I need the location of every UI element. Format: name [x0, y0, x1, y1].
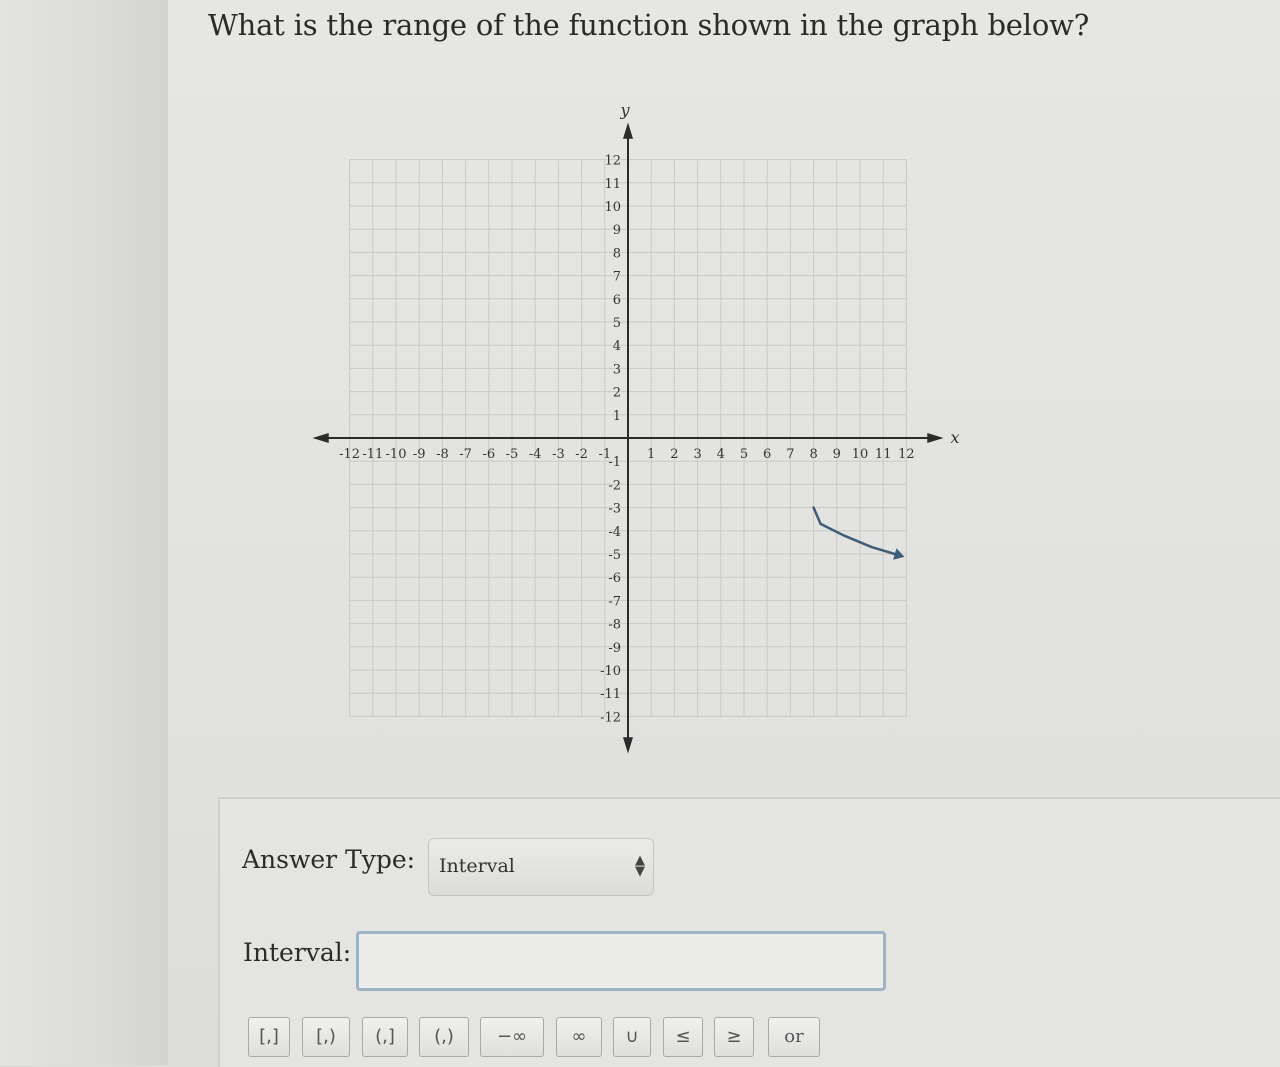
y-tick-label: 6: [613, 293, 621, 308]
y-tick-label: 2: [613, 386, 621, 401]
x-tick-label: 9: [833, 447, 841, 462]
interval-label: Interval:: [243, 938, 352, 967]
x-tick-label: 2: [670, 447, 678, 462]
x-axis-arrow-left: [312, 433, 329, 443]
x-tick-label: -10: [386, 447, 407, 462]
x-tick-label: -7: [459, 447, 472, 462]
y-axis-arrow-down: [623, 737, 633, 754]
coordinate-graph: xy-12 -11 -10 -9 -8 -7 -6 -5 -4 -3 -2 -1 1 2 3 4 5 6 7 8 9 10…: [312, 101, 960, 754]
y-tick-label: -5: [608, 548, 621, 563]
x-tick-label: 4: [717, 447, 725, 462]
y-tick-label: 5: [613, 316, 621, 331]
infinity-button[interactable]: ∞: [556, 1017, 602, 1057]
open-closed-interval-button[interactable]: (,]: [362, 1017, 408, 1057]
y-tick-label: -1: [608, 455, 621, 470]
less-equal-button[interactable]: ≤: [663, 1017, 703, 1057]
y-tick-label: 7: [613, 270, 621, 285]
answer-type-label: Answer Type:: [242, 845, 416, 874]
x-tick-label: -11: [362, 447, 383, 462]
greater-equal-button[interactable]: ≥: [714, 1017, 754, 1057]
x-tick-label: -12: [339, 447, 360, 462]
y-tick-label: 9: [613, 223, 621, 238]
open-open-interval-button[interactable]: (,): [419, 1017, 469, 1057]
x-tick-label: 11: [875, 447, 892, 462]
y-tick-label: -10: [600, 664, 621, 679]
y-tick-label: 3: [613, 362, 621, 377]
answer-type-select[interactable]: Interval ▲ ▼: [428, 838, 654, 896]
or-button[interactable]: or: [768, 1017, 820, 1057]
x-tick-label: -8: [436, 447, 449, 462]
x-tick-label: -3: [552, 447, 565, 462]
x-tick-label: -5: [506, 447, 519, 462]
x-tick-label: -9: [413, 447, 426, 462]
y-tick-label: 12: [604, 154, 621, 169]
closed-closed-interval-button[interactable]: [,]: [248, 1017, 290, 1057]
y-axis-title: y: [619, 101, 630, 120]
y-tick-label: 8: [613, 246, 621, 261]
x-axis-title: x: [950, 428, 959, 447]
y-tick-label: -3: [608, 502, 621, 517]
select-arrows-icon: ▲ ▼: [635, 853, 645, 879]
x-tick-label: 1: [647, 447, 655, 462]
y-tick-label: -7: [608, 594, 621, 609]
x-tick-label: 3: [693, 447, 701, 462]
y-tick-label: 10: [604, 200, 621, 215]
x-tick-label: 12: [898, 447, 915, 462]
x-axis-arrow-right: [927, 433, 944, 443]
y-tick-label: -11: [600, 687, 621, 702]
y-tick-label: -6: [608, 571, 621, 586]
x-tick-label: 8: [809, 447, 817, 462]
y-tick-label: -2: [608, 478, 621, 493]
y-tick-label: -12: [600, 710, 621, 725]
x-tick-label: 5: [740, 447, 748, 462]
y-tick-label: -4: [608, 525, 621, 540]
y-tick-label: 4: [613, 339, 621, 354]
x-tick-label: -2: [575, 447, 588, 462]
x-tick-label: -6: [482, 447, 495, 462]
interval-input[interactable]: [356, 931, 886, 991]
left-margin: [0, 0, 168, 1065]
answer-type-value: Interval: [439, 855, 515, 877]
y-tick-label: 1: [613, 409, 621, 424]
closed-open-interval-button[interactable]: [,): [302, 1017, 350, 1057]
x-tick-label: 10: [852, 447, 869, 462]
question-text: What is the range of the function shown …: [208, 8, 1090, 42]
y-tick-label: 11: [604, 177, 621, 192]
y-tick-label: -9: [608, 641, 621, 656]
negative-infinity-button[interactable]: −∞: [480, 1017, 544, 1057]
x-tick-label: 7: [786, 447, 794, 462]
y-axis-arrow-up: [623, 122, 633, 139]
x-tick-label: -4: [529, 447, 542, 462]
x-tick-label: 6: [763, 447, 771, 462]
union-button[interactable]: ∪: [613, 1017, 651, 1057]
y-tick-label: -8: [608, 618, 621, 633]
